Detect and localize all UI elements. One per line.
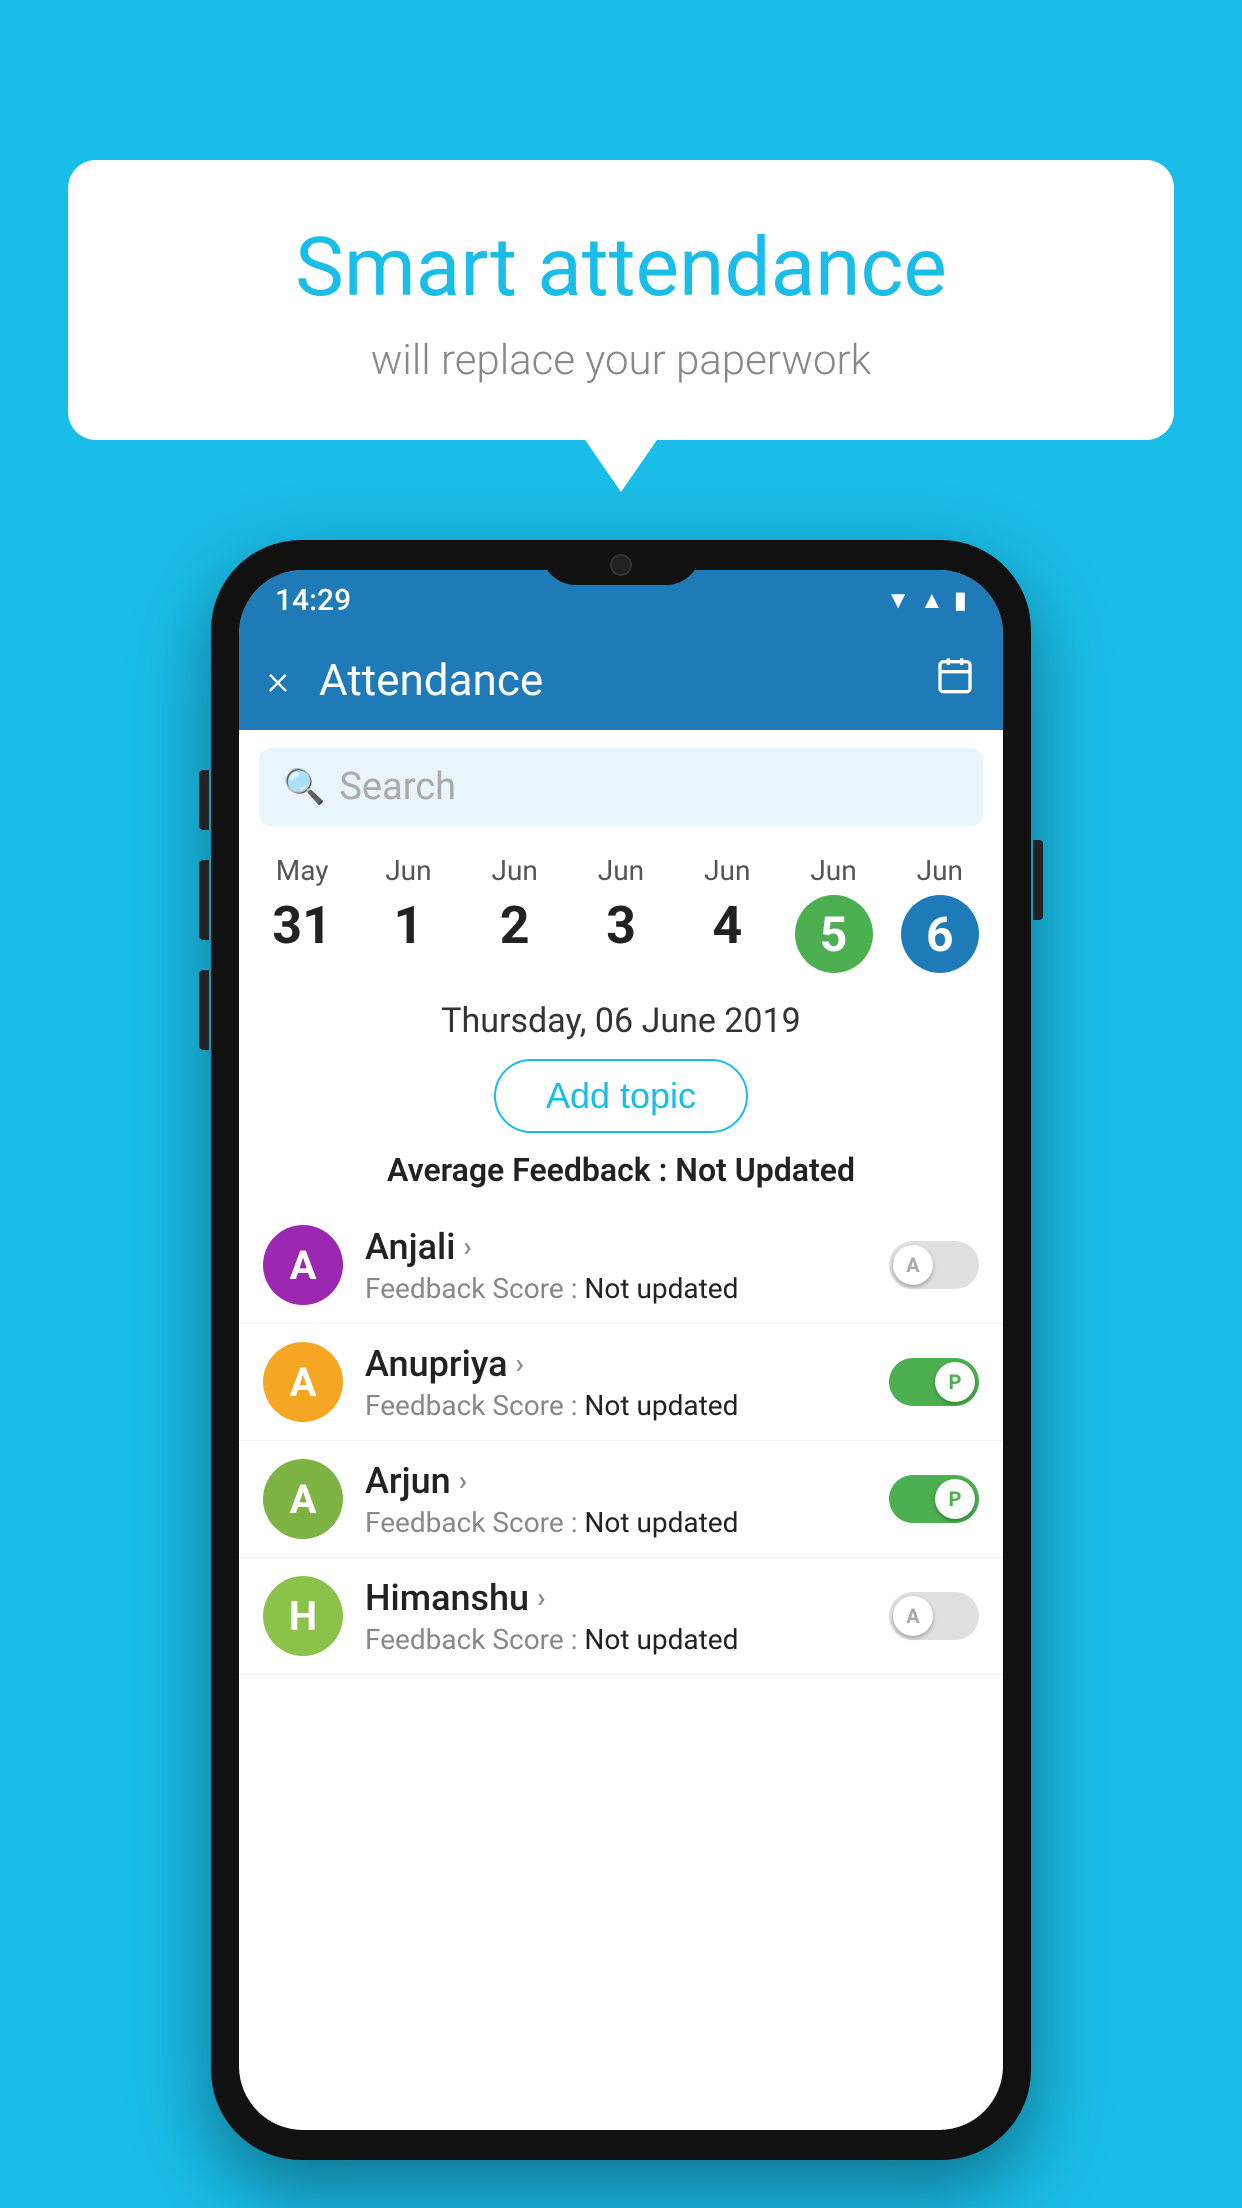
date-day-2: 2 [500,895,530,956]
toggle-knob-2: P [935,1479,975,1519]
status-time: 14:29 [275,583,351,618]
date-day-0: 31 [272,895,332,956]
phone-notch [541,540,701,585]
student-avatar-3: H [263,1576,343,1656]
student-info-0: Anjali › Feedback Score : Not updated [365,1226,889,1305]
app-toolbar: × Attendance [239,630,1003,730]
wifi-icon: ▼ [886,586,910,615]
speech-bubble-container: Smart attendance will replace your paper… [68,160,1174,440]
calendar-icon[interactable] [935,655,975,705]
student-info-1: Anupriya › Feedback Score : Not updated [365,1343,889,1422]
student-feedback-1: Feedback Score : Not updated [365,1389,889,1422]
search-icon: 🔍 [283,767,325,807]
date-item-5[interactable]: Jun 5 [780,844,886,983]
date-day-6: 6 [901,895,979,973]
attendance-toggle-3[interactable]: A [889,1592,979,1640]
close-button[interactable]: × [267,656,289,705]
chevron-icon: › [459,1464,467,1497]
phone-btn-left2 [199,860,209,940]
phone-btn-left1 [199,770,209,830]
student-feedback-2: Feedback Score : Not updated [365,1506,889,1539]
avg-feedback-label: Average Feedback : [387,1151,667,1189]
date-month-2: Jun [492,854,538,887]
student-list: AAnjali ›Feedback Score : Not updatedAAA… [239,1207,1003,2130]
toggle-knob-3: A [893,1596,933,1636]
status-icons: ▼ ▲ ▮ [886,586,967,615]
toggle-container-3[interactable]: A [889,1592,979,1640]
attendance-toggle-2[interactable]: P [889,1475,979,1523]
toggle-container-2[interactable]: P [889,1475,979,1523]
phone-camera [610,554,632,576]
date-item-4[interactable]: Jun 4 [674,844,780,983]
student-item-0[interactable]: AAnjali ›Feedback Score : Not updatedA [239,1207,1003,1324]
date-month-1: Jun [385,854,431,887]
student-name-1: Anupriya › [365,1343,889,1385]
phone-screen: 14:29 ▼ ▲ ▮ × Attendance [239,570,1003,2130]
student-avatar-0: A [263,1225,343,1305]
student-item-3[interactable]: H Himanshu › Feedback Score : Not updatedA [239,1558,1003,1675]
date-day-4: 4 [712,895,742,956]
chevron-icon: › [516,1347,524,1380]
avg-feedback-value: Not Updated [675,1151,855,1189]
date-strip: May 31 Jun 1 Jun 2 Jun 3 Jun 4 Jun 5 Jun 6 [239,844,1003,983]
date-month-3: Jun [598,854,644,887]
add-topic-button[interactable]: Add topic [494,1059,748,1133]
phone-btn-left3 [199,970,209,1050]
student-name-0: Anjali › [365,1226,889,1268]
date-item-0[interactable]: May 31 [249,844,355,983]
toolbar-title: Attendance [319,654,935,706]
chevron-icon: › [537,1581,545,1614]
search-placeholder: Search [339,765,456,809]
student-item-1[interactable]: A Anupriya › Feedback Score : Not updated P [239,1324,1003,1441]
date-month-5: Jun [810,854,856,887]
date-month-6: Jun [917,854,963,887]
speech-bubble: Smart attendance will replace your paper… [68,160,1174,440]
phone-btn-right [1033,840,1043,920]
student-item-2[interactable]: A Arjun › Feedback Score : Not updated P [239,1441,1003,1558]
student-avatar-2: A [263,1459,343,1539]
bubble-title: Smart attendance [118,220,1124,316]
attendance-toggle-0[interactable]: A [889,1241,979,1289]
student-feedback-3: Feedback Score : Not updated [365,1623,889,1656]
date-day-1: 1 [394,895,424,956]
date-item-6[interactable]: Jun 6 [887,844,993,983]
student-info-2: Arjun › Feedback Score : Not updated [365,1460,889,1539]
phone-frame: 14:29 ▼ ▲ ▮ × Attendance [211,540,1031,2160]
date-day-3: 3 [606,895,636,956]
toggle-knob-1: P [935,1362,975,1402]
date-month-0: May [276,854,329,887]
attendance-toggle-1[interactable]: P [889,1358,979,1406]
avg-feedback: Average Feedback : Not Updated [239,1151,1003,1189]
date-item-2[interactable]: Jun 2 [462,844,568,983]
student-feedback-0: Feedback Score : Not updated [365,1272,889,1305]
date-day-5: 5 [795,895,873,973]
date-month-4: Jun [704,854,750,887]
search-bar[interactable]: 🔍 Search [259,748,983,826]
selected-date-label: Thursday, 06 June 2019 [239,1001,1003,1041]
student-info-3: Himanshu › Feedback Score : Not updated [365,1577,889,1656]
student-name-2: Arjun › [365,1460,889,1502]
battery-icon: ▮ [954,586,967,614]
chevron-icon: › [463,1230,471,1263]
bubble-subtitle: will replace your paperwork [118,336,1124,385]
signal-icon: ▲ [920,586,944,615]
date-item-1[interactable]: Jun 1 [355,844,461,983]
toggle-container-0[interactable]: A [889,1241,979,1289]
toggle-container-1[interactable]: P [889,1358,979,1406]
toggle-knob-0: A [893,1245,933,1285]
student-avatar-1: A [263,1342,343,1422]
date-item-3[interactable]: Jun 3 [568,844,674,983]
phone-wrapper: 14:29 ▼ ▲ ▮ × Attendance [211,540,1031,2160]
student-name-3: Himanshu › [365,1577,889,1619]
